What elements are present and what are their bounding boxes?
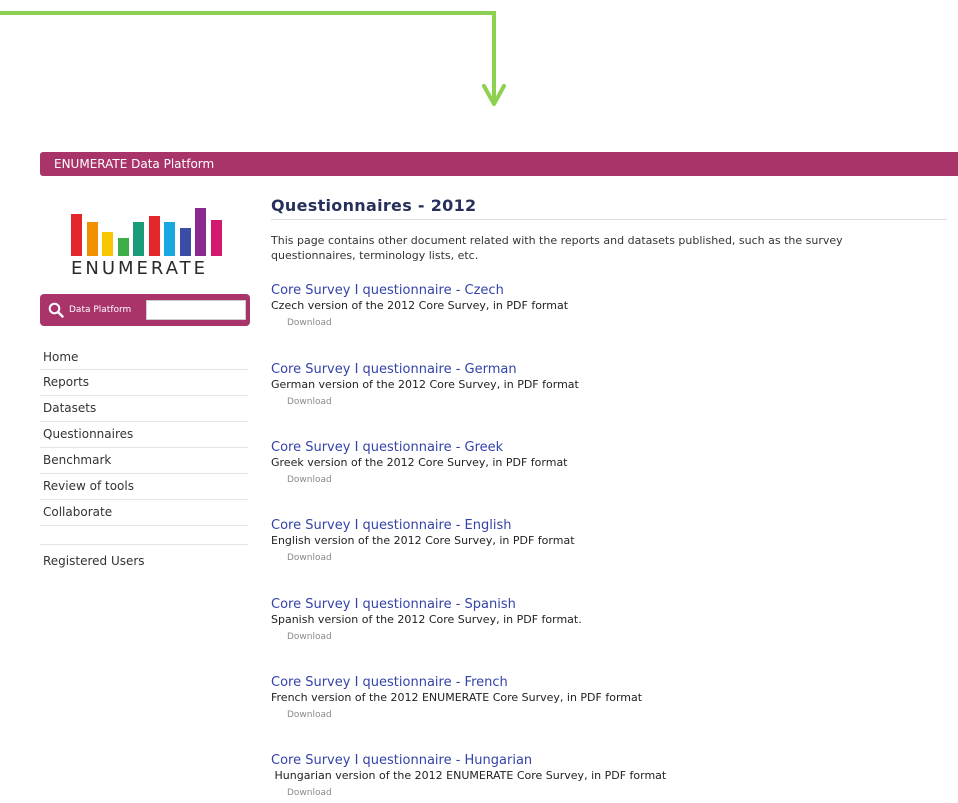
intro-text: This page contains other document relate… — [271, 234, 843, 262]
document-title-link[interactable]: Core Survey I questionnaire - Greek — [271, 440, 947, 456]
download-link[interactable]: Download — [287, 317, 947, 329]
logo-bar — [86, 222, 98, 256]
document-description: Czech version of the 2012 Core Survey, i… — [271, 299, 569, 312]
document-title-link[interactable]: Core Survey I questionnaire - French — [271, 675, 947, 691]
document-description: Greek version of the 2012 Core Survey, i… — [271, 456, 568, 469]
document-description: French version of the 2012 ENUMERATE Cor… — [271, 691, 643, 704]
document-item: Core Survey I questionnaire - French Fre… — [271, 675, 947, 721]
download-link[interactable]: Download — [287, 787, 947, 799]
sidebar-divider — [40, 526, 248, 545]
document-title-link[interactable]: Core Survey I questionnaire - Spanish — [271, 597, 947, 613]
search-box: Data Platform — [40, 294, 250, 326]
sidebar-item-questionnaires[interactable]: Questionnaires — [40, 422, 248, 448]
platform-title: ENUMERATE Data Platform — [54, 157, 215, 171]
document-description: Hungarian version of the 2012 ENUMERATE … — [271, 769, 667, 782]
logo-bar — [71, 214, 82, 256]
document-description: German version of the 2012 Core Survey, … — [271, 378, 579, 391]
sidebar-item-benchmark[interactable]: Benchmark — [40, 448, 248, 474]
platform-header-bar: ENUMERATE Data Platform — [40, 152, 958, 176]
logo-bar — [148, 216, 160, 256]
page-title: Questionnaires - 2012 — [271, 196, 947, 220]
logo-bar — [195, 208, 206, 256]
logo-bar — [102, 232, 113, 256]
download-link[interactable]: Download — [287, 709, 947, 721]
document-title-link[interactable]: Core Survey I questionnaire - German — [271, 362, 947, 378]
sidebar-item-reports[interactable]: Reports — [40, 370, 248, 396]
document-item: Core Survey I questionnaire - Czech Czec… — [271, 283, 947, 329]
sidebar-item-datasets[interactable]: Datasets — [40, 396, 248, 422]
document-item: Core Survey I questionnaire - Spanish Sp… — [271, 597, 947, 643]
annotation-arrow-icon — [0, 11, 506, 106]
document-title-link[interactable]: Core Survey I questionnaire - Hungarian — [271, 753, 947, 769]
sidebar-item-review-of-tools[interactable]: Review of tools — [40, 474, 248, 500]
logo-bar — [117, 238, 129, 256]
document-description: Spanish version of the 2012 Core Survey,… — [271, 613, 582, 626]
main-content: Questionnaires - 2012 This page contains… — [271, 196, 947, 798]
search-input[interactable] — [146, 300, 246, 320]
sidebar-nav: Home Reports Datasets Questionnaires Ben… — [40, 345, 248, 575]
document-item: Core Survey I questionnaire - English En… — [271, 518, 947, 564]
document-item: Core Survey I questionnaire - Hungarian … — [271, 753, 947, 799]
document-title-link[interactable]: Core Survey I questionnaire - Czech — [271, 283, 947, 299]
logo-wordmark: ENUMERATE — [71, 258, 208, 279]
download-link[interactable]: Download — [287, 474, 947, 486]
download-link[interactable]: Download — [287, 552, 947, 564]
document-item: Core Survey I questionnaire - German Ger… — [271, 362, 947, 408]
sidebar-item-home[interactable]: Home — [40, 345, 248, 370]
document-title-link[interactable]: Core Survey I questionnaire - English — [271, 518, 947, 534]
logo-bar — [133, 222, 144, 256]
logo-bar — [210, 220, 222, 256]
magnifier-icon[interactable] — [48, 302, 64, 318]
download-link[interactable]: Download — [287, 396, 947, 408]
logo-bar — [179, 228, 191, 256]
search-label: Data Platform — [69, 305, 132, 315]
download-link[interactable]: Download — [287, 631, 947, 643]
sidebar-item-registered-users[interactable]: Registered Users — [40, 549, 248, 575]
enumerate-logo[interactable]: ENUMERATE — [71, 192, 226, 282]
document-description: English version of the 2012 Core Survey,… — [271, 534, 575, 547]
sidebar-item-collaborate[interactable]: Collaborate — [40, 500, 248, 526]
logo-bar — [164, 222, 175, 256]
document-item: Core Survey I questionnaire - Greek Gree… — [271, 440, 947, 486]
